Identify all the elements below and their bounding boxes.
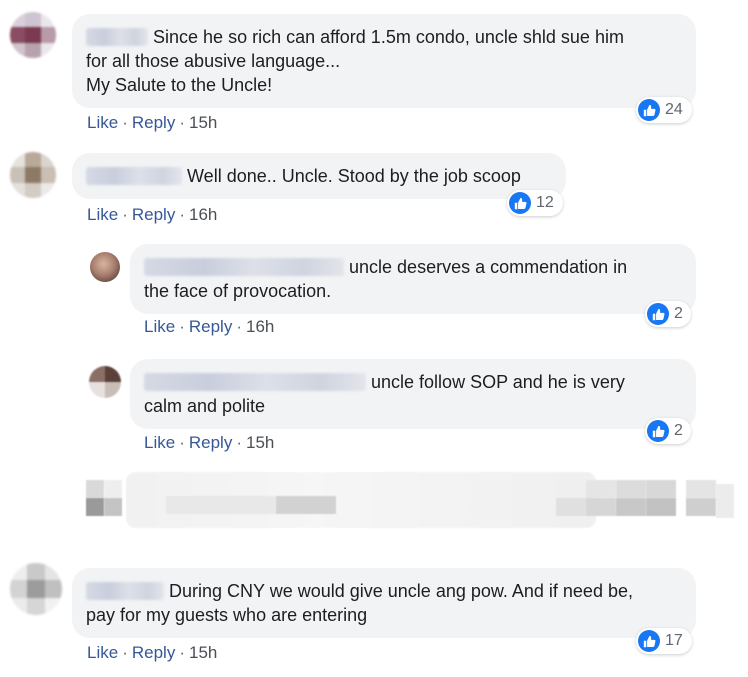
- thumbs-up-icon: [647, 303, 669, 325]
- redacted-author-name[interactable]: [86, 582, 164, 600]
- comment-text: uncle follow SOP and he is very: [371, 372, 625, 392]
- reaction-count[interactable]: 17: [636, 628, 692, 654]
- avatar[interactable]: [10, 152, 56, 198]
- thumbs-up-icon: [638, 630, 660, 652]
- comment-bubble: Well done.. Uncle. Stood by the job scoo…: [72, 153, 566, 199]
- reply-link[interactable]: Reply: [189, 317, 232, 336]
- timestamp[interactable]: 15h: [189, 643, 217, 662]
- reaction-count[interactable]: 24: [636, 97, 692, 123]
- comment-text: My Salute to the Uncle!: [86, 75, 273, 95]
- thumbs-up-icon: [647, 420, 669, 442]
- timestamp[interactable]: 16h: [246, 317, 274, 336]
- reaction-count-text: 17: [665, 632, 683, 649]
- reaction-count[interactable]: 2: [645, 301, 691, 327]
- reaction-count-text: 2: [674, 422, 683, 439]
- timestamp[interactable]: 15h: [189, 113, 217, 132]
- comment-actions: Like · Reply · 15h: [144, 433, 275, 452]
- avatar[interactable]: [90, 252, 120, 282]
- comment-text: Well done.. Uncle. Stood by the job scoo…: [187, 166, 521, 186]
- reaction-count-text: 12: [536, 194, 554, 211]
- comment-bubble: uncle deserves a commendation in the fac…: [130, 244, 696, 314]
- comment-actions: Like · Reply · 15h: [87, 113, 218, 132]
- redacted-author-name[interactable]: [144, 373, 366, 391]
- comment-actions: Like · Reply · 16h: [144, 317, 275, 336]
- like-link[interactable]: Like: [144, 317, 175, 336]
- avatar[interactable]: [89, 366, 121, 398]
- thumbs-up-icon: [509, 192, 531, 214]
- redacted-comment: [86, 472, 736, 532]
- comment-bubble: Since he so rich can afford 1.5m condo, …: [72, 14, 696, 108]
- comment-bubble: During CNY we would give uncle ang pow. …: [72, 568, 696, 638]
- comment-actions: Like · Reply · 16h: [87, 205, 218, 224]
- reaction-count[interactable]: 2: [645, 418, 691, 444]
- reaction-count-text: 24: [665, 101, 683, 118]
- timestamp[interactable]: 16h: [189, 205, 217, 224]
- redacted-author-name[interactable]: [86, 28, 148, 46]
- reaction-count-text: 2: [674, 305, 683, 322]
- reply-link[interactable]: Reply: [132, 113, 175, 132]
- comment-text: for all those abusive language...: [86, 51, 341, 71]
- timestamp[interactable]: 15h: [246, 433, 274, 452]
- avatar[interactable]: [10, 563, 62, 615]
- like-link[interactable]: Like: [87, 643, 118, 662]
- like-link[interactable]: Like: [144, 433, 175, 452]
- reply-link[interactable]: Reply: [132, 643, 175, 662]
- avatar[interactable]: [10, 12, 56, 58]
- like-link[interactable]: Like: [87, 113, 118, 132]
- comment-text: Since he so rich can afford 1.5m condo, …: [153, 27, 624, 47]
- redacted-author-name[interactable]: [144, 258, 344, 276]
- comment-text: During CNY we would give uncle ang pow. …: [169, 581, 633, 601]
- comment-text: uncle deserves a commendation in: [349, 257, 628, 277]
- comment-text: pay for my guests who are entering: [86, 605, 368, 625]
- comment-actions: Like · Reply · 15h: [87, 643, 218, 662]
- reply-link[interactable]: Reply: [189, 433, 232, 452]
- comment-text: the face of provocation.: [144, 281, 332, 301]
- redacted-author-name[interactable]: [86, 167, 182, 185]
- thumbs-up-icon: [638, 99, 660, 121]
- reaction-count[interactable]: 12: [507, 190, 563, 216]
- comment-bubble: uncle follow SOP and he is very calm and…: [130, 359, 696, 429]
- like-link[interactable]: Like: [87, 205, 118, 224]
- reply-link[interactable]: Reply: [132, 205, 175, 224]
- comment-text: calm and polite: [144, 396, 266, 416]
